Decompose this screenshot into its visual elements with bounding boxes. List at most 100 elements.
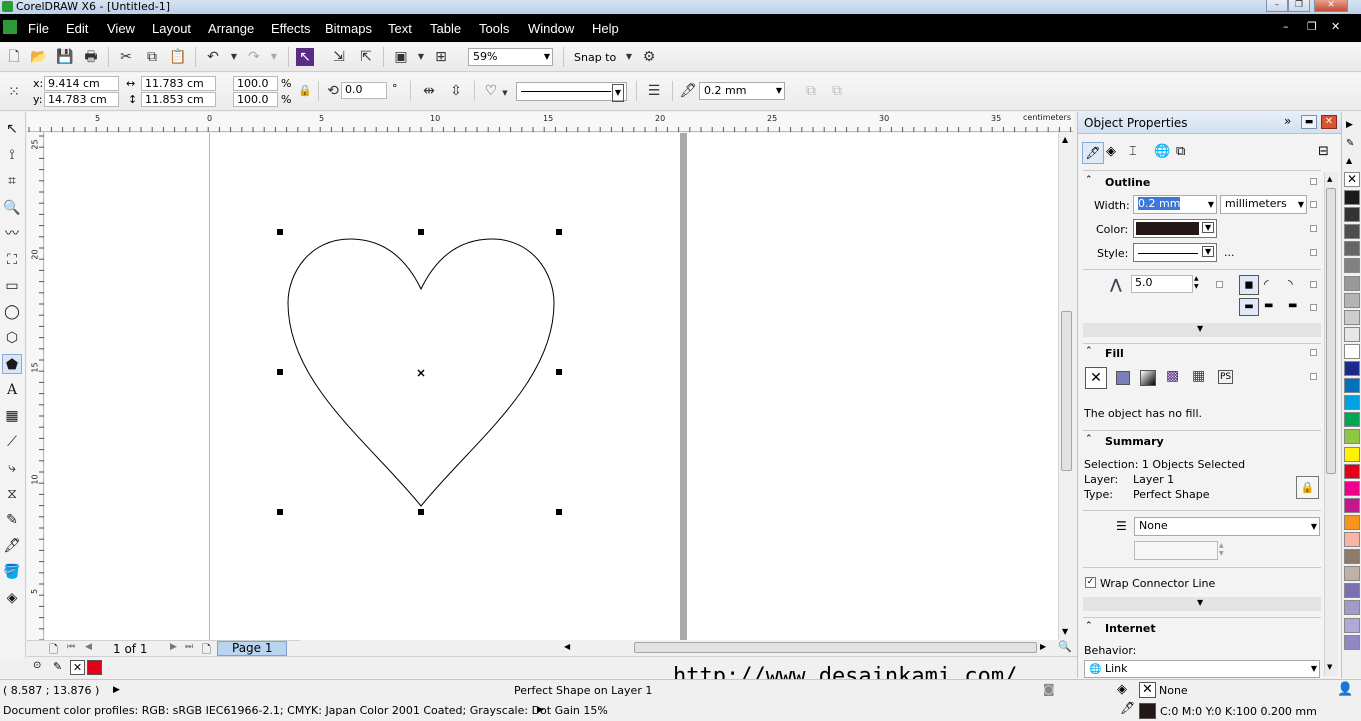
lock-object-button[interactable]: 🔒 <box>1296 476 1319 499</box>
palette-swatch[interactable] <box>1344 258 1360 274</box>
document-no-color-swatch[interactable]: ✕ <box>70 660 85 675</box>
internet-tab-icon[interactable]: 🌐 <box>1154 144 1170 159</box>
window-minimize-button[interactable]: – <box>1266 0 1288 12</box>
menu-effects[interactable]: Effects <box>271 14 311 42</box>
object-origin-icon[interactable]: ⁙ <box>5 83 23 101</box>
basic-shapes-tool-icon[interactable]: ⬟ <box>2 354 22 374</box>
dimension-tool-icon[interactable]: ⟋ <box>2 432 22 452</box>
snap-dropdown-icon[interactable]: ▼ <box>620 48 638 66</box>
menu-help[interactable]: Help <box>592 14 619 42</box>
palette-swatch[interactable] <box>1344 292 1360 308</box>
color-proofing-icon[interactable]: ◙ <box>1043 683 1055 696</box>
drawing-canvas[interactable] <box>45 133 1058 640</box>
wrap-text-combo[interactable]: None ▼ <box>1134 517 1320 536</box>
expand-outline-icon[interactable]: ▼ <box>1197 324 1203 333</box>
x-position-field[interactable]: 9.414 cm <box>44 76 119 91</box>
pick-tool-icon[interactable]: ↖ <box>2 119 22 139</box>
crop-tool-icon[interactable]: ⌗ <box>2 171 22 191</box>
round-corner-icon[interactable]: ◜ <box>1264 277 1269 291</box>
docker-scroll-down-icon[interactable]: ▼ <box>1327 663 1332 671</box>
fill-none-swatch[interactable]: ✕ <box>1139 682 1156 698</box>
import-icon[interactable]: ⇲ <box>330 48 348 66</box>
edit-line-style-button[interactable]: ... <box>1224 246 1235 259</box>
butt-cap-icon[interactable]: ▬ <box>1239 298 1259 316</box>
docker-minimize-button[interactable]: ▬ <box>1301 115 1317 129</box>
options-icon[interactable]: ⚙ <box>640 48 658 66</box>
palette-swatch[interactable] <box>1344 241 1360 257</box>
bevel-corner-icon[interactable]: ◝ <box>1288 277 1293 291</box>
width-lock-checkbox[interactable] <box>1310 201 1317 208</box>
palette-swatch[interactable] <box>1344 532 1360 547</box>
profiles-menu-arrow-icon[interactable]: ▶ <box>537 704 544 717</box>
palette-swatch[interactable] <box>1344 446 1360 462</box>
coords-menu-arrow-icon[interactable]: ▶ <box>113 684 120 697</box>
doc-minimize-button[interactable]: – <box>1283 20 1289 33</box>
window-restore-button[interactable]: ❐ <box>1288 0 1310 12</box>
document-palette-options-icon[interactable]: ⊙ <box>33 660 41 671</box>
vertical-ruler[interactable]: 25 20 15 10 5 <box>27 132 44 640</box>
palette-swatch[interactable] <box>1344 497 1360 513</box>
miter-limit-field[interactable]: 5.0 <box>1131 275 1193 293</box>
zoom-level-combo[interactable]: 59% ▼ <box>468 48 553 66</box>
outline-lock-checkbox[interactable] <box>1310 178 1317 185</box>
snap-to-button[interactable]: Snap to <box>574 51 616 64</box>
palette-swatch[interactable] <box>1344 412 1360 428</box>
palette-swatch[interactable] <box>1344 600 1360 616</box>
redo-icon[interactable]: ↷ <box>245 48 263 66</box>
rotation-icon[interactable]: ⟲ <box>324 82 342 100</box>
blend-tool-icon[interactable]: ⧖ <box>2 484 22 504</box>
collapse-internet-icon[interactable]: ⌃ <box>1085 621 1093 631</box>
document-palette-eyedropper-icon[interactable]: ✎ <box>53 660 62 673</box>
color-lock-checkbox[interactable] <box>1310 225 1317 232</box>
menu-table[interactable]: Table <box>430 14 461 42</box>
outline-style-picker[interactable]: ▼ <box>1133 243 1217 262</box>
object-width-field[interactable]: 11.783 cm <box>141 76 216 91</box>
fill-type-lock-checkbox[interactable] <box>1310 373 1317 380</box>
vertical-scrollbar[interactable]: ▲ ▼ <box>1058 133 1073 640</box>
palette-swatch[interactable] <box>1344 480 1360 496</box>
corner-lock-checkbox[interactable] <box>1310 281 1317 288</box>
document-red-swatch[interactable] <box>87 660 102 675</box>
fill-lock-checkbox[interactable] <box>1310 349 1317 356</box>
to-back-icon[interactable]: ⧉ <box>828 82 846 100</box>
mirror-horizontal-icon[interactable]: ⇹ <box>420 82 438 100</box>
paste-icon[interactable]: 📋 <box>169 48 187 66</box>
scroll-thumb[interactable] <box>1061 311 1072 471</box>
summary-tab-icon[interactable]: ⧉ <box>1176 144 1185 159</box>
palette-swatch[interactable] <box>1344 343 1360 359</box>
table-tool-icon[interactable]: ▦ <box>2 406 22 426</box>
fill-status-icon[interactable]: ◈ <box>1117 683 1127 696</box>
search-content-icon[interactable]: ↖ <box>296 48 314 66</box>
eyedropper-tool-icon[interactable]: ✎ <box>2 510 22 530</box>
wrap-connector-checkbox[interactable]: ✓ <box>1085 577 1096 588</box>
to-front-icon[interactable]: ⧉ <box>802 82 820 100</box>
page-tab[interactable]: Page 1 <box>217 641 287 656</box>
miter-corner-icon[interactable]: ◼ <box>1239 275 1259 295</box>
glyph-dropdown-icon[interactable]: ▼ <box>496 84 514 102</box>
expand-summary-icon[interactable]: ▼ <box>1197 598 1203 607</box>
export-icon[interactable]: ⇱ <box>357 48 375 66</box>
object-height-field[interactable]: 11.853 cm <box>141 92 216 107</box>
no-color-swatch[interactable]: ✕ <box>1344 172 1360 187</box>
palette-options-icon[interactable]: ▲ <box>1346 156 1352 165</box>
menu-text[interactable]: Text <box>388 14 412 42</box>
menu-layout[interactable]: Layout <box>152 14 191 42</box>
palette-swatch[interactable] <box>1344 309 1360 325</box>
horizontal-scrollbar[interactable]: ◀ ▶ 🔍 <box>300 640 1073 655</box>
docker-collapse-icon[interactable]: » <box>1284 114 1291 128</box>
zoom-tool-icon[interactable]: 🔍 <box>2 198 22 218</box>
palette-eyedropper-icon[interactable]: ✎ <box>1346 138 1354 149</box>
application-launcher-icon[interactable]: ▣ <box>392 48 410 66</box>
collapse-fill-icon[interactable]: ⌃ <box>1085 346 1093 356</box>
ellipse-tool-icon[interactable]: ◯ <box>2 302 22 322</box>
copy-icon[interactable]: ⧉ <box>143 48 161 66</box>
heart-shape[interactable] <box>45 133 1058 640</box>
scroll-thumb[interactable] <box>634 642 1037 653</box>
last-page-icon[interactable]: ⏭ <box>185 642 193 652</box>
scale-y-field[interactable]: 100.0 <box>233 92 278 107</box>
menu-edit[interactable]: Edit <box>66 14 88 42</box>
mirror-vertical-icon[interactable]: ⇳ <box>447 82 465 100</box>
zoom-navigator-icon[interactable]: 🔍 <box>1058 640 1072 653</box>
doc-restore-button[interactable]: ❐ <box>1307 20 1317 33</box>
previous-page-icon[interactable]: ◀ <box>85 642 92 652</box>
